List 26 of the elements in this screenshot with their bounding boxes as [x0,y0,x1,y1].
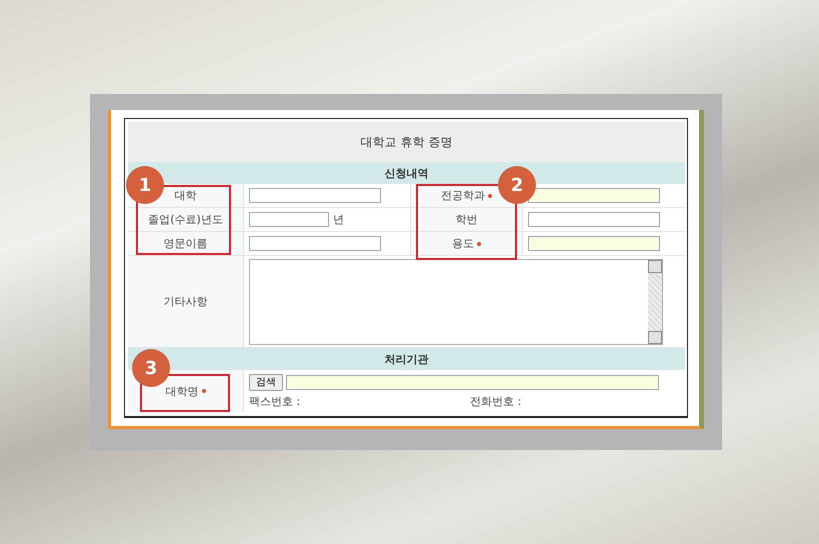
input-field[interactable] [528,236,660,251]
input-field[interactable] [249,236,381,251]
required-mark-icon [202,389,206,393]
field-label: 졸업(수료)년도 [148,212,223,227]
scrollbar[interactable] [648,260,662,344]
text-area[interactable] [249,258,663,344]
field-label: 대학 [174,188,196,203]
field-label: 학번 [456,212,478,227]
input-field[interactable] [249,188,381,203]
field-label: 전공학과 [441,188,485,203]
input-field[interactable] [286,374,659,390]
required-mark-icon [477,242,481,246]
field-label: 영문이름 [164,236,208,251]
field-label: 기타사항 [164,294,208,309]
input-field[interactable] [249,212,329,227]
input-field[interactable] [528,188,660,203]
phone-label: 전화번호 : [470,394,522,408]
form-title: 대학교 휴학 증명 [360,134,452,150]
search-button[interactable]: 검색 [249,374,283,390]
scroll-up-icon[interactable] [648,260,662,272]
unit-label: 년 [333,212,344,227]
scroll-down-icon[interactable] [648,330,662,344]
input-field[interactable] [528,212,660,227]
required-mark-icon [488,194,492,198]
field-label: 용도 [452,236,474,251]
fax-label: 팩스번호 : [249,394,300,408]
